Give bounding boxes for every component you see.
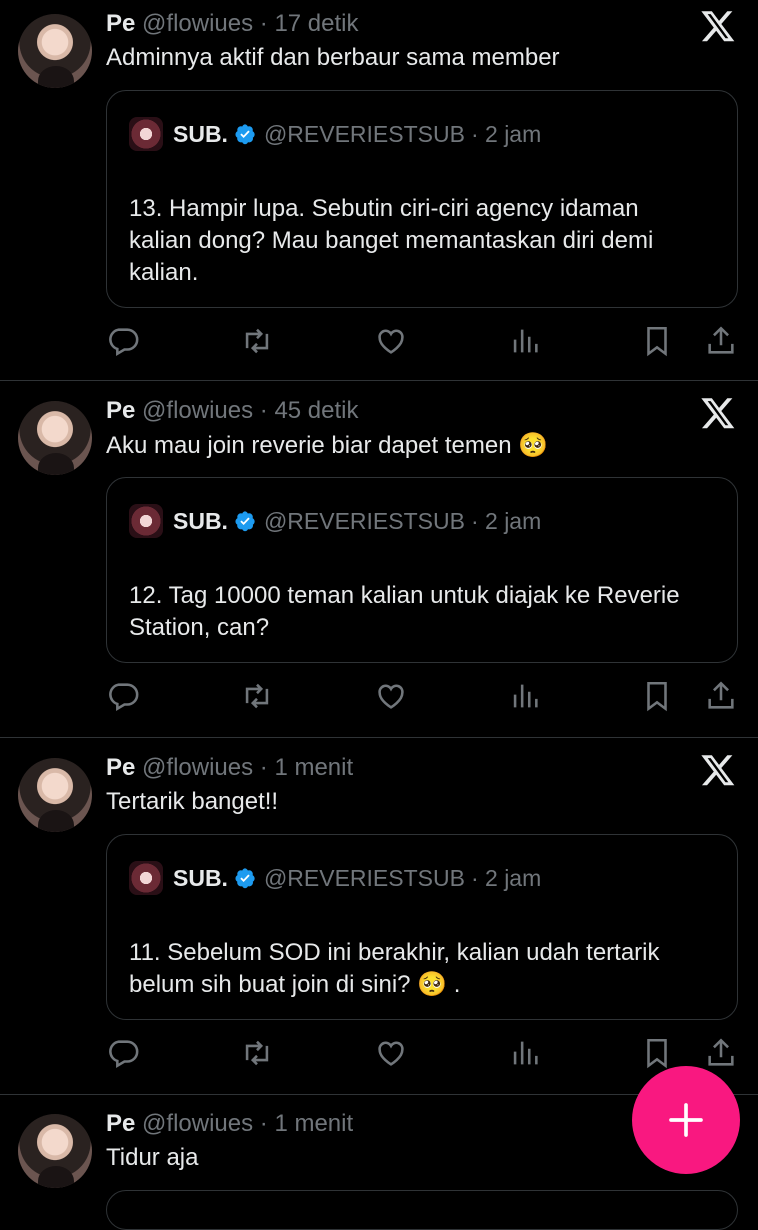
views-icon[interactable] bbox=[508, 1036, 542, 1070]
views-icon[interactable] bbox=[508, 324, 542, 358]
quote-author-name: SUB. bbox=[173, 864, 228, 891]
author-handle[interactable]: @flowiues bbox=[142, 10, 253, 37]
quote-line: belum sih buat join di sini? 🥺 . bbox=[129, 971, 461, 998]
action-bar bbox=[106, 324, 746, 364]
tweet[interactable]: Pe @flowiues · 45 detik Aku mau join rev… bbox=[0, 387, 758, 737]
quote-text: 11. Sebelum SOD ini berakhir, kalian uda… bbox=[129, 937, 729, 1001]
quote-tweet[interactable]: SUB. @REVERIESTSUB · 2 jam 11. Sebelum S… bbox=[106, 834, 738, 1020]
quote-header: SUB. @REVERIESTSUB · 2 jam bbox=[129, 117, 541, 151]
quote-line: 12. Tag 10000 teman kalian untuk diajak … bbox=[129, 582, 680, 609]
views-icon[interactable] bbox=[508, 679, 542, 713]
tweet-text: Aku mau join reverie biar dapet temen 🥺 bbox=[106, 432, 549, 459]
quote-line: Station, can? bbox=[129, 614, 270, 641]
action-bar bbox=[106, 1036, 746, 1076]
heart-icon[interactable] bbox=[374, 1036, 408, 1070]
quote-tweet[interactable] bbox=[106, 1190, 738, 1230]
author-handle[interactable]: @flowiues bbox=[142, 1110, 253, 1137]
quote-line: kalian dong? Mau banget memantaskan diri… bbox=[129, 227, 654, 254]
plus-icon bbox=[669, 1103, 703, 1137]
quote-timestamp: · 2 jam bbox=[470, 864, 542, 891]
tweet[interactable]: Pe @flowiues · 1 menit Tertarik banget!!… bbox=[0, 744, 758, 1094]
tweet-header: Pe @flowiues · 1 menit bbox=[106, 1110, 353, 1138]
tweet-header: Pe @flowiues · 45 detik bbox=[106, 397, 359, 425]
x-logo-icon bbox=[701, 11, 735, 42]
quote-timestamp: · 2 jam bbox=[470, 507, 542, 534]
quote-line: 13. Hampir lupa. Sebutin ciri-ciri agenc… bbox=[129, 195, 639, 222]
quote-author-handle: @REVERIESTSUB bbox=[263, 507, 465, 534]
quote-text: 13. Hampir lupa. Sebutin ciri-ciri agenc… bbox=[129, 193, 729, 289]
bookmark-icon[interactable] bbox=[640, 1036, 674, 1070]
quote-author-name: SUB. bbox=[173, 507, 228, 534]
quote-avatar bbox=[129, 504, 163, 538]
tweet[interactable]: Pe @flowiues · 17 detik Adminnya aktif d… bbox=[0, 0, 758, 380]
action-bar bbox=[106, 679, 746, 719]
x-logo-icon bbox=[701, 398, 735, 429]
author-name[interactable]: Pe bbox=[106, 397, 135, 424]
retweet-icon[interactable] bbox=[240, 1036, 274, 1070]
author-name[interactable]: Pe bbox=[106, 754, 135, 781]
divider bbox=[0, 380, 758, 381]
author-name[interactable]: Pe bbox=[106, 10, 135, 37]
quote-tweet[interactable]: SUB. @REVERIESTSUB · 2 jam 13. Hampir lu… bbox=[106, 90, 738, 308]
quote-header: SUB. @REVERIESTSUB · 2 jam bbox=[129, 861, 541, 895]
reply-icon[interactable] bbox=[106, 1036, 140, 1070]
timestamp[interactable]: · 1 menit bbox=[260, 1110, 353, 1137]
quote-text: 12. Tag 10000 teman kalian untuk diajak … bbox=[129, 580, 729, 644]
avatar[interactable] bbox=[18, 1114, 92, 1188]
quote-author-name: SUB. bbox=[173, 120, 228, 147]
avatar[interactable] bbox=[18, 14, 92, 88]
quote-avatar bbox=[129, 861, 163, 895]
quote-line: kalian. bbox=[129, 259, 199, 286]
tweet-text: Tertarik banget!! bbox=[106, 788, 279, 815]
verified-badge-icon bbox=[235, 511, 255, 532]
verified-badge-icon bbox=[235, 868, 255, 889]
tweet-text: Tidur aja bbox=[106, 1144, 199, 1171]
quote-line: 11. Sebelum SOD ini berakhir, kalian uda… bbox=[129, 939, 660, 966]
reply-icon[interactable] bbox=[106, 679, 140, 713]
tweet-text: Adminnya aktif dan berbaur sama member bbox=[106, 44, 560, 71]
retweet-icon[interactable] bbox=[240, 324, 274, 358]
heart-icon[interactable] bbox=[374, 324, 408, 358]
share-icon[interactable] bbox=[704, 1036, 738, 1070]
avatar[interactable] bbox=[18, 758, 92, 832]
bookmark-icon[interactable] bbox=[640, 679, 674, 713]
quote-author-handle: @REVERIESTSUB bbox=[263, 864, 465, 891]
quote-author-handle: @REVERIESTSUB bbox=[263, 120, 465, 147]
x-logo-icon bbox=[701, 755, 735, 786]
retweet-icon[interactable] bbox=[240, 679, 274, 713]
timestamp[interactable]: · 17 detik bbox=[260, 10, 359, 37]
tweet-header: Pe @flowiues · 17 detik bbox=[106, 10, 359, 38]
bookmark-icon[interactable] bbox=[640, 324, 674, 358]
timestamp[interactable]: · 45 detik bbox=[260, 397, 359, 424]
quote-tweet[interactable]: SUB. @REVERIESTSUB · 2 jam 12. Tag 10000… bbox=[106, 477, 738, 663]
author-handle[interactable]: @flowiues bbox=[142, 754, 253, 781]
author-handle[interactable]: @flowiues bbox=[142, 397, 253, 424]
verified-badge-icon bbox=[235, 124, 255, 145]
compose-button[interactable] bbox=[632, 1066, 740, 1174]
quote-timestamp: · 2 jam bbox=[470, 120, 542, 147]
quote-header: SUB. @REVERIESTSUB · 2 jam bbox=[129, 504, 541, 538]
avatar[interactable] bbox=[18, 401, 92, 475]
share-icon[interactable] bbox=[704, 324, 738, 358]
share-icon[interactable] bbox=[704, 679, 738, 713]
reply-icon[interactable] bbox=[106, 324, 140, 358]
author-name[interactable]: Pe bbox=[106, 1110, 135, 1137]
divider bbox=[0, 737, 758, 738]
quote-avatar bbox=[129, 117, 163, 151]
timestamp[interactable]: · 1 menit bbox=[260, 754, 353, 781]
tweet-header: Pe @flowiues · 1 menit bbox=[106, 754, 353, 782]
heart-icon[interactable] bbox=[374, 679, 408, 713]
